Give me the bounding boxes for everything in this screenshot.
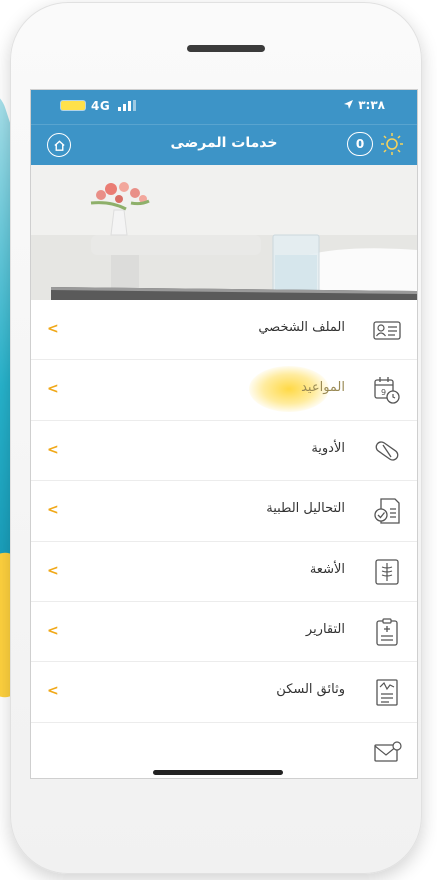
clipboard-report-icon [376,618,398,646]
hero-image [31,165,417,300]
signal-icon [117,100,136,111]
svg-text:9: 9 [381,388,386,397]
menu-item-reports[interactable]: < التقارير [31,602,417,663]
menu-item-label: وثائق السكن [276,682,345,698]
menu-item-label: الأدوية [311,440,345,456]
phone-speaker [187,45,265,52]
lab-results-icon [374,498,400,524]
home-indicator[interactable] [153,770,283,775]
menu-item-housing-documents[interactable]: < وثائق السكن [31,662,417,723]
chevron-left-icon: < [47,622,59,639]
menu-item-label: التقارير [305,621,345,637]
profile-card-icon [373,321,401,340]
pill-icon [375,441,399,461]
lightbulb-icon[interactable] [379,131,405,157]
battery-icon [61,101,85,110]
chevron-left-icon: < [47,321,59,337]
status-time: ٣:٣٨ [343,98,385,112]
notifications-count: 0 [355,137,365,151]
menu-item-label: التحاليل الطبية [266,501,345,517]
menu-item-radiology[interactable]: < الأشعة [31,542,417,602]
location-arrow-icon [344,100,354,109]
menu-item-lab-tests[interactable]: < التحاليل الطبية [31,481,417,542]
chevron-left-icon: < [47,502,59,519]
chevron-left-icon: < [47,683,59,700]
carrier-label: 4G [91,99,138,113]
chevron-left-icon: < [47,441,59,458]
services-menu: < الملف الشخصي < المواعيد 9 < الأدوية < … [31,300,417,778]
menu-item-label: الملف الشخصي [258,320,345,335]
status-bar: 4G ٣:٣٨ [31,90,417,124]
notifications-badge-button[interactable]: 0 [347,132,373,156]
housing-document-icon [376,679,398,706]
xray-icon [375,558,399,585]
menu-item-label: المواعيد [301,380,345,396]
chevron-left-icon: < [47,381,59,398]
menu-item-medications[interactable]: < الأدوية [31,421,417,482]
chevron-left-icon: < [47,562,59,579]
mail-icon [374,741,402,762]
menu-item-appointments[interactable]: < المواعيد 9 [31,360,417,421]
menu-item-profile[interactable]: < الملف الشخصي [31,300,417,361]
calendar-clock-icon: 9 [374,377,400,405]
app-screen: 4G ٣:٣٨ خدمات المرضى 0 < الملف الشخصي < … [31,90,417,778]
menu-item-label: الأشعة [309,561,345,577]
app-header: خدمات المرضى 0 [31,124,417,165]
